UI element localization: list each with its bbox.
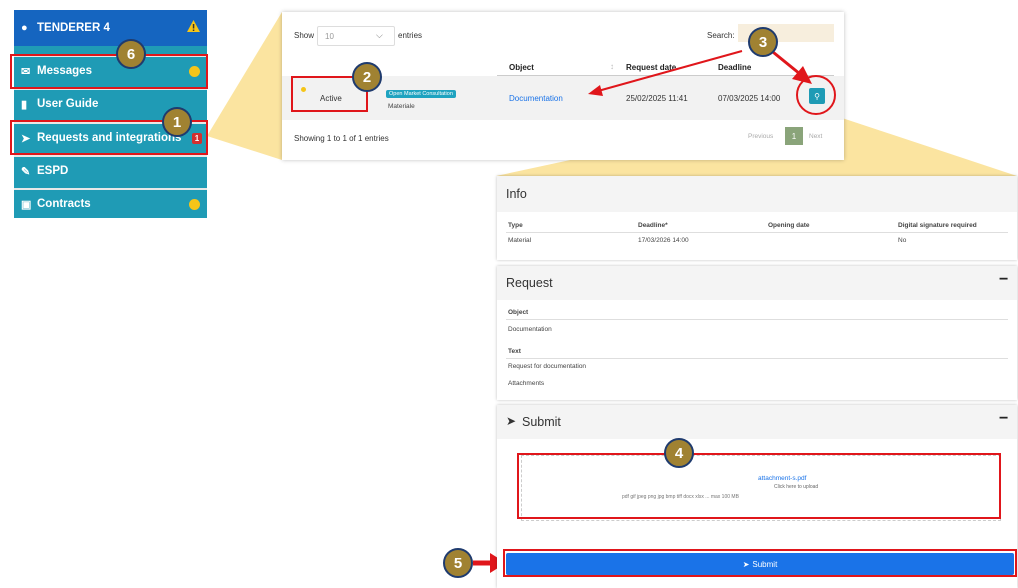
highlight-submit xyxy=(503,549,1017,577)
request-text-label: Text xyxy=(508,348,521,355)
request-text-value: Request for documentation xyxy=(508,363,587,370)
request-attachments-label: Attachments xyxy=(508,380,545,387)
request-object-label: Object xyxy=(508,309,529,316)
collapse-icon[interactable]: − xyxy=(999,271,1008,289)
request-object-value: Documentation xyxy=(508,326,552,333)
info-col-deadline: Deadline* xyxy=(638,222,668,229)
highlight-upload xyxy=(517,453,1001,519)
request-header[interactable]: Request − xyxy=(497,266,1017,300)
info-title: Info xyxy=(506,187,527,201)
info-panel: Info Type Deadline* Opening date Digital… xyxy=(497,176,1017,260)
step-badge-6: 6 xyxy=(116,39,146,69)
step-badge-3: 3 xyxy=(748,27,778,57)
info-val-type: Material xyxy=(508,237,532,244)
request-title: Request xyxy=(506,276,553,290)
step-badge-1: 1 xyxy=(162,107,192,137)
collapse-icon[interactable]: − xyxy=(999,410,1008,428)
info-val-deadline: 17/03/2026 14:00 xyxy=(638,237,689,244)
paper-plane-icon: ➤ xyxy=(506,414,517,428)
request-panel: Request − Object Documentation Text Requ… xyxy=(497,266,1017,400)
step-badge-5: 5 xyxy=(443,548,473,578)
step-badge-4: 4 xyxy=(664,438,694,468)
info-header[interactable]: Info xyxy=(497,176,1017,212)
submit-title: Submit xyxy=(522,415,561,429)
info-col-type: Type xyxy=(508,222,523,229)
submit-header[interactable]: ➤ Submit − xyxy=(497,405,1017,439)
step-badge-2: 2 xyxy=(352,62,382,92)
info-val-signature: No xyxy=(898,237,907,244)
info-col-opening: Opening date xyxy=(768,222,810,229)
info-col-signature: Digital signature required xyxy=(898,222,977,229)
